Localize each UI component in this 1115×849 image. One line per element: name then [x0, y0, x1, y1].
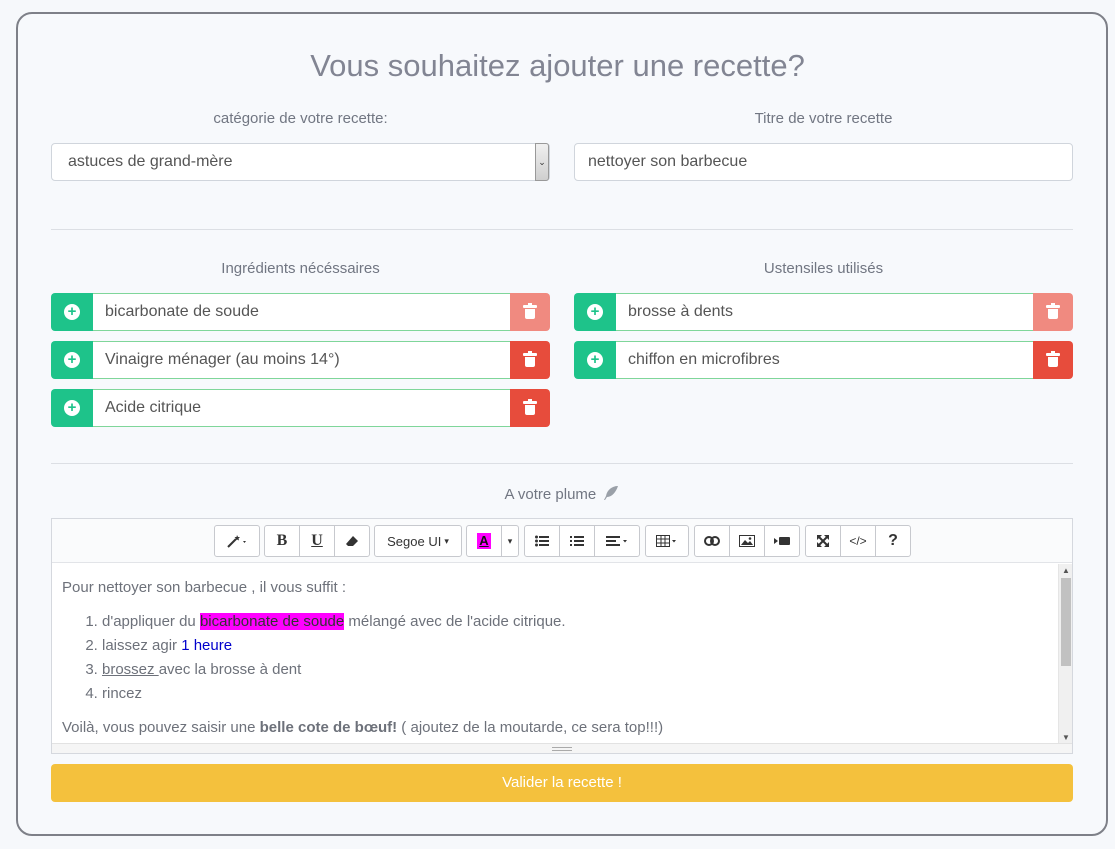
add-ingredient-button[interactable]: + — [51, 293, 93, 331]
plus-circle-icon: + — [64, 304, 80, 320]
plus-circle-icon: + — [64, 352, 80, 368]
feather-icon — [604, 486, 619, 500]
bullet-list-button[interactable] — [524, 525, 560, 557]
editor-scrollbar[interactable]: ▲ ▼ — [1058, 564, 1072, 744]
text-color-button[interactable]: A — [466, 525, 502, 557]
list-item: brossez avec la brosse à dent — [102, 658, 1048, 682]
table-button[interactable] — [645, 525, 689, 557]
bold-text: belle cote de bœuf! — [259, 719, 398, 736]
ingredient-row: + Acide citrique — [51, 389, 550, 427]
ingredient-input[interactable]: bicarbonate de soude — [93, 293, 510, 331]
table-icon — [656, 535, 676, 547]
picture-icon — [739, 535, 755, 547]
trash-icon — [523, 303, 537, 319]
steps-list: d'appliquer du bicarbonate de soude méla… — [62, 610, 1048, 706]
divider — [51, 229, 1073, 230]
unordered-list-icon — [535, 535, 549, 547]
help-button[interactable]: ? — [875, 525, 911, 557]
ingredient-input[interactable]: Vinaigre ménager (au moins 14°) — [93, 341, 510, 379]
utensil-input[interactable]: brosse à dents — [616, 293, 1033, 331]
ordered-list-icon — [570, 536, 584, 546]
scroll-thumb[interactable] — [1061, 578, 1071, 666]
help-icon: ? — [888, 532, 898, 549]
ordered-list-button[interactable] — [559, 525, 595, 557]
fullscreen-button[interactable] — [805, 525, 841, 557]
ingredient-input[interactable]: Acide citrique — [93, 389, 510, 427]
utensil-input[interactable]: chiffon en microfibres — [616, 341, 1033, 379]
underlined-text: brossez — [102, 661, 159, 678]
delete-ingredient-button[interactable] — [510, 389, 550, 427]
rich-text-editor: B U Segoe UI ▾ A ▾ </> ? Pour nettoyer s… — [51, 518, 1073, 754]
recipe-title-label: Titre de votre recette — [754, 110, 893, 127]
add-ingredient-button[interactable]: + — [51, 341, 93, 379]
plus-circle-icon: + — [64, 400, 80, 416]
add-utensil-button[interactable]: + — [574, 293, 616, 331]
font-color-icon: A — [477, 533, 491, 549]
expand-icon — [817, 535, 829, 547]
trash-icon — [523, 399, 537, 415]
magic-wand-icon — [227, 535, 246, 548]
divider — [51, 463, 1073, 464]
clear-format-button[interactable] — [334, 525, 370, 557]
add-ingredient-button[interactable]: + — [51, 389, 93, 427]
list-item: d'appliquer du bicarbonate de soude méla… — [102, 610, 1048, 634]
plus-circle-icon: + — [587, 304, 603, 320]
editor-outro: Voilà, vous pouvez saisir une belle cote… — [62, 719, 664, 736]
list-item: laissez agir 1 heure — [102, 634, 1048, 658]
underline-button[interactable]: U — [299, 525, 335, 557]
grip-icon — [552, 747, 572, 751]
code-view-button[interactable]: </> — [840, 525, 876, 557]
submit-recipe-button[interactable]: Valider la recette ! — [51, 764, 1073, 802]
scroll-down-icon[interactable]: ▼ — [1059, 733, 1073, 742]
bold-button[interactable]: B — [264, 525, 300, 557]
utensils-label: Ustensiles utilisés — [763, 260, 884, 277]
editor-content[interactable]: Pour nettoyer son barbecue , il vous suf… — [52, 564, 1058, 744]
insert-video-button[interactable] — [764, 525, 800, 557]
video-icon — [774, 537, 790, 545]
delete-utensil-button[interactable] — [1033, 293, 1073, 331]
editor-intro: Pour nettoyer son barbecue , il vous suf… — [62, 579, 347, 596]
trash-icon — [1046, 351, 1060, 367]
recipe-title-input[interactable]: nettoyer son barbecue — [574, 143, 1073, 181]
trash-icon — [523, 351, 537, 367]
list-item: rincez — [102, 682, 1048, 706]
delete-ingredient-button[interactable] — [510, 341, 550, 379]
ingredients-label: Ingrédients nécéssaires — [221, 260, 380, 277]
trash-icon — [1046, 303, 1060, 319]
delete-ingredient-button[interactable] — [510, 293, 550, 331]
plus-circle-icon: + — [587, 352, 603, 368]
ingredient-row: + bicarbonate de soude — [51, 293, 550, 331]
scroll-up-icon[interactable]: ▲ — [1059, 566, 1073, 575]
font-family-value: Segoe UI — [387, 533, 442, 549]
paragraph-align-button[interactable] — [594, 525, 640, 557]
color-dropdown-button[interactable]: ▾ — [501, 525, 519, 557]
align-left-icon — [606, 536, 627, 546]
link-icon — [704, 536, 720, 546]
magic-style-button[interactable] — [214, 525, 260, 557]
code-icon: </> — [849, 534, 867, 548]
colored-text: 1 heure — [181, 637, 233, 654]
category-label: catégorie de votre recette: — [213, 110, 388, 127]
utensil-row: + chiffon en microfibres — [574, 341, 1073, 379]
delete-utensil-button[interactable] — [1033, 341, 1073, 379]
editor-label: A votre plume — [51, 485, 1073, 503]
add-utensil-button[interactable]: + — [574, 341, 616, 379]
highlighted-text: bicarbonate de soude — [199, 613, 345, 630]
editor-resize-handle[interactable] — [52, 743, 1072, 753]
font-family-select[interactable]: Segoe UI ▾ — [374, 525, 462, 557]
caret-down-icon: ▾ — [444, 535, 449, 546]
category-value: astuces de grand-mère — [68, 153, 233, 170]
eraser-icon — [346, 536, 358, 546]
editor-toolbar: B U Segoe UI ▾ A ▾ </> ? — [52, 519, 1072, 563]
chevron-down-icon[interactable]: ⌄ — [535, 143, 549, 181]
category-select[interactable]: astuces de grand-mère ⌄ — [51, 143, 550, 181]
utensil-row: + brosse à dents — [574, 293, 1073, 331]
page-title: Vous souhaitez ajouter une recette? — [310, 48, 805, 83]
insert-image-button[interactable] — [729, 525, 765, 557]
editor-label-text: A votre plume — [504, 486, 597, 503]
insert-link-button[interactable] — [694, 525, 730, 557]
ingredient-row: + Vinaigre ménager (au moins 14°) — [51, 341, 550, 379]
